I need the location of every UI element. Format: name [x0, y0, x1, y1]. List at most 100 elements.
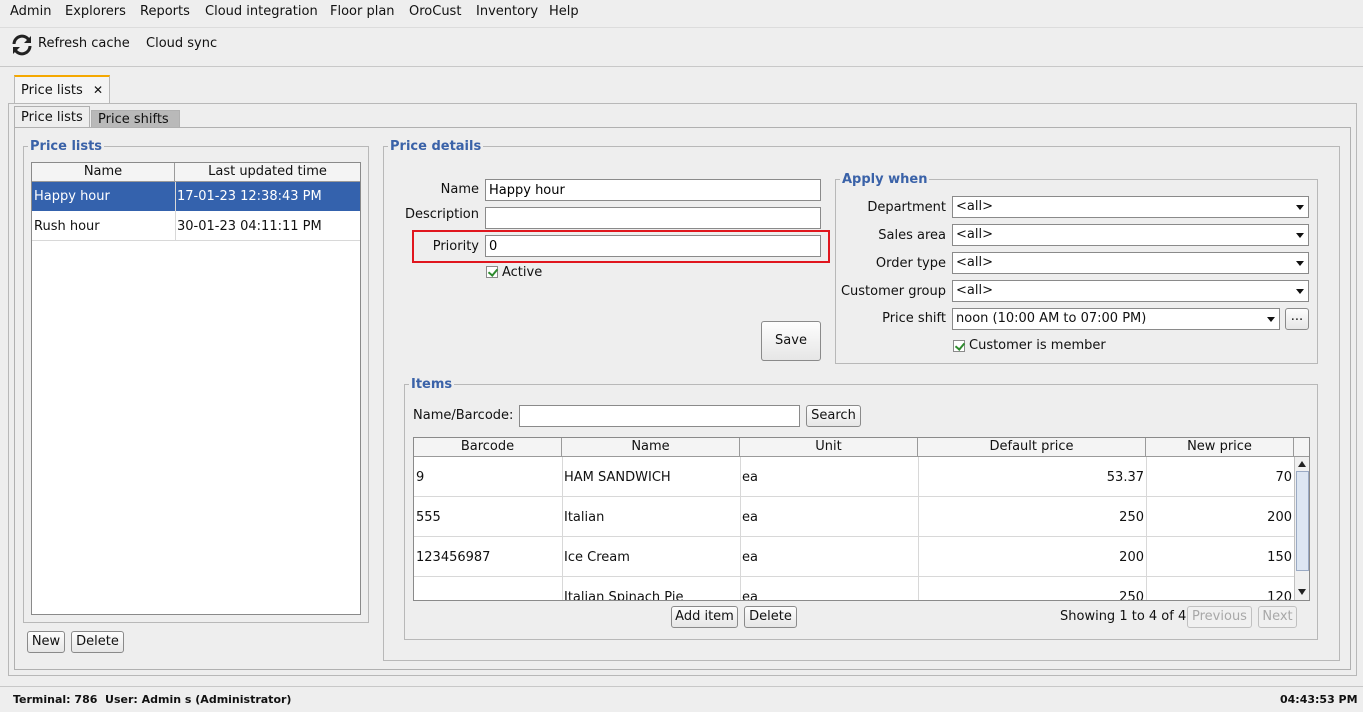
sales-area-select[interactable]: <all>: [952, 224, 1309, 246]
column-header-unit[interactable]: Unit: [740, 438, 918, 457]
apply-when-title: Apply when: [842, 172, 928, 187]
cell-name: Italian: [564, 510, 605, 525]
add-item-button[interactable]: Add item: [671, 606, 738, 628]
chevron-down-icon: [1267, 317, 1275, 322]
status-bar: Terminal: 786 User: Admin s (Administrat…: [0, 686, 1363, 712]
next-page-button[interactable]: Next: [1258, 606, 1297, 628]
table-row[interactable]: Rush hour 30-01-23 04:11:11 PM: [32, 211, 360, 241]
price-lists-title: Price lists: [30, 139, 103, 154]
column-header-name[interactable]: Name: [32, 163, 175, 182]
cell-unit: ea: [742, 590, 758, 601]
customer-is-member-label: Customer is member: [969, 338, 1106, 353]
customer-group-select[interactable]: <all>: [952, 280, 1309, 302]
tab-price-lists[interactable]: Price lists: [14, 106, 90, 128]
refresh-cache-label: Refresh cache: [38, 36, 130, 51]
cell-name: Ice Cream: [564, 550, 630, 565]
column-header-new-price[interactable]: New price: [1146, 438, 1294, 457]
vertical-scrollbar[interactable]: [1294, 457, 1309, 600]
column-header-last-updated[interactable]: Last updated time: [175, 163, 360, 182]
name-barcode-search-input[interactable]: [519, 405, 800, 427]
scrollbar-thumb[interactable]: [1296, 471, 1309, 571]
description-label: Description: [404, 207, 479, 222]
cell-name: Italian Spinach Pie: [564, 590, 684, 601]
cell-unit: ea: [742, 510, 758, 525]
cell-default-price: 250: [1119, 590, 1144, 601]
description-field[interactable]: [485, 207, 821, 229]
cell-default-price: 53.37: [1106, 470, 1144, 485]
cell-new-price: 70: [1275, 470, 1292, 485]
cell-default-price: 250: [1119, 510, 1144, 525]
chevron-down-icon: [1296, 233, 1304, 238]
table-row[interactable]: Happy hour 17-01-23 12:38:43 PM: [32, 182, 360, 211]
cell-new-price: 200: [1267, 510, 1292, 525]
cell-new-price: 120: [1267, 590, 1292, 601]
cell-new-price: 150: [1267, 550, 1292, 565]
cell-barcode: 123456987: [416, 550, 491, 565]
name-label: Name: [440, 182, 479, 197]
tab-price-shifts[interactable]: Price shifts: [91, 110, 180, 128]
cell-barcode: 9: [416, 470, 425, 485]
department-value: <all>: [956, 199, 993, 214]
menu-help[interactable]: Help: [549, 4, 579, 19]
cell-default-price: 200: [1119, 550, 1144, 565]
table-row[interactable]: 123456987 Ice Cream ea 200 150: [414, 537, 1294, 577]
chevron-down-icon: [1296, 205, 1304, 210]
name-barcode-label: Name/Barcode:: [413, 408, 514, 423]
menu-explorers[interactable]: Explorers: [65, 4, 126, 19]
items-table[interactable]: Barcode Name Unit Default price New pric…: [413, 437, 1310, 601]
sales-area-label: Sales area: [878, 228, 946, 243]
price-shift-value: noon (10:00 AM to 07:00 PM): [956, 311, 1147, 326]
cloud-sync-button[interactable]: Cloud sync: [146, 36, 217, 51]
menu-cloud-integration[interactable]: Cloud integration: [205, 4, 318, 19]
active-checkbox[interactable]: [486, 266, 498, 278]
scroll-up-icon[interactable]: [1298, 461, 1306, 467]
column-header-barcode[interactable]: Barcode: [414, 438, 562, 457]
menu-orocust[interactable]: OroCust: [409, 4, 461, 19]
table-row[interactable]: 9 HAM SANDWICH ea 53.37 70: [414, 457, 1294, 497]
menu-reports[interactable]: Reports: [140, 4, 190, 19]
active-label: Active: [502, 265, 543, 280]
table-row[interactable]: 555 Italian ea 250 200: [414, 497, 1294, 537]
name-field[interactable]: [485, 179, 821, 201]
status-terminal-user: Terminal: 786 User: Admin s (Administrat…: [13, 693, 292, 706]
price-shift-label: Price shift: [882, 311, 946, 326]
price-shift-browse-button[interactable]: ...: [1285, 308, 1309, 330]
order-type-label: Order type: [875, 256, 946, 271]
customer-is-member-checkbox[interactable]: [953, 340, 965, 352]
tab-price-lists-document[interactable]: Price lists ✕: [14, 75, 110, 104]
items-title: Items: [411, 377, 453, 392]
cell-unit: ea: [742, 470, 758, 485]
tab-label: Price lists: [21, 83, 83, 98]
priority-label: Priority: [432, 239, 479, 254]
search-button[interactable]: Search: [806, 405, 861, 427]
new-price-list-button[interactable]: New: [27, 631, 65, 653]
menu-floor-plan[interactable]: Floor plan: [330, 4, 395, 19]
delete-price-list-button[interactable]: Delete: [71, 631, 124, 653]
column-header-default-price[interactable]: Default price: [918, 438, 1146, 457]
cell-updated: 30-01-23 04:11:11 PM: [177, 219, 322, 234]
cell-unit: ea: [742, 550, 758, 565]
order-type-select[interactable]: <all>: [952, 252, 1309, 274]
refresh-icon: [12, 34, 32, 56]
menu-admin[interactable]: Admin: [10, 4, 51, 19]
column-header-name[interactable]: Name: [562, 438, 740, 457]
cell-updated: 17-01-23 12:38:43 PM: [177, 189, 322, 204]
menu-bar: Admin Explorers Reports Cloud integratio…: [0, 0, 1363, 26]
price-details-title: Price details: [390, 139, 482, 154]
customer-group-label: Customer group: [840, 284, 946, 299]
department-select[interactable]: <all>: [952, 196, 1309, 218]
priority-field[interactable]: [485, 235, 821, 257]
delete-item-button[interactable]: Delete: [744, 606, 797, 628]
menu-inventory[interactable]: Inventory: [476, 4, 538, 19]
column-header-corner: [1294, 438, 1309, 457]
previous-page-button[interactable]: Previous: [1187, 606, 1252, 628]
chevron-down-icon: [1296, 261, 1304, 266]
price-shift-select[interactable]: noon (10:00 AM to 07:00 PM): [952, 308, 1280, 330]
save-button[interactable]: Save: [761, 321, 821, 361]
table-row[interactable]: Italian Spinach Pie ea 250 120: [414, 577, 1294, 601]
cell-name: Rush hour: [34, 219, 100, 234]
price-lists-table[interactable]: Name Last updated time Happy hour 17-01-…: [31, 162, 361, 615]
refresh-cache-button[interactable]: Refresh cache: [8, 31, 133, 61]
close-icon[interactable]: ✕: [93, 83, 103, 97]
scroll-down-icon[interactable]: [1298, 589, 1306, 595]
